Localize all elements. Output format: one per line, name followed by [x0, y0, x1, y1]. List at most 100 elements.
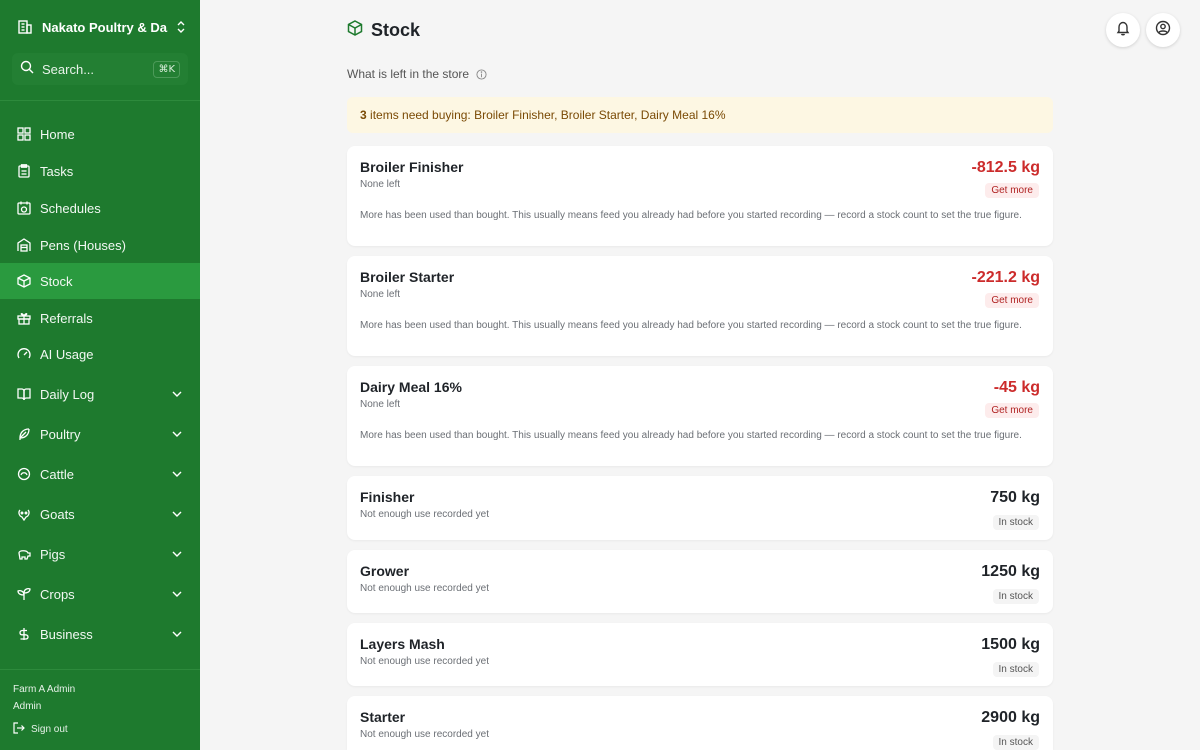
sign-out-button[interactable]: Sign out — [13, 722, 68, 737]
stock-card[interactable]: Finisher Not enough use recorded yet 750… — [347, 476, 1053, 540]
calendar-clock-icon — [16, 200, 32, 216]
chevron-down-icon — [170, 627, 184, 641]
sprout-icon — [16, 586, 32, 602]
page-subtitle: What is left in the store — [347, 67, 487, 81]
stock-quantity: 2900 kg — [981, 709, 1040, 726]
user-name: Farm A Admin — [13, 684, 76, 695]
search-button[interactable]: Search... ⌘K — [12, 53, 188, 85]
sidebar-item-label: Cattle — [40, 466, 74, 482]
sidebar-item-business[interactable]: Business — [0, 616, 200, 652]
in-stock-badge: In stock — [992, 589, 1039, 604]
sidebar-item-label: Pigs — [40, 546, 66, 562]
search-label: Search... — [42, 61, 95, 77]
sidebar-item-daily-log[interactable]: Daily Log — [0, 376, 200, 412]
sidebar-item-label: Schedules — [40, 200, 101, 216]
chevron-up-down-icon — [174, 20, 188, 34]
clipboard-icon — [16, 163, 32, 179]
chevron-down-icon — [170, 427, 184, 441]
sidebar-item-home[interactable]: Home — [0, 116, 200, 152]
user-circle-icon — [1155, 20, 1171, 41]
stock-item-name: Finisher — [360, 489, 415, 505]
stock-card[interactable]: Broiler Finisher None left -812.5 kg Get… — [347, 146, 1053, 246]
sidebar-item-label: Referrals — [40, 310, 93, 326]
sidebar-item-label: Pens (Houses) — [40, 237, 126, 253]
grid-icon — [16, 126, 32, 142]
restock-alert: 3 items need buying: Broiler Finisher, B… — [347, 97, 1053, 133]
subtitle-text: What is left in the store — [347, 67, 470, 81]
milk-icon — [16, 466, 32, 482]
stock-note: More has been used than bought. This usu… — [360, 430, 1022, 441]
sidebar-item-pigs[interactable]: Pigs — [0, 536, 200, 572]
sidebar-item-label: AI Usage — [40, 346, 94, 362]
feather-icon — [16, 426, 32, 442]
user-role: Admin — [13, 701, 42, 712]
stock-item-name: Dairy Meal 16% — [360, 379, 462, 395]
sidebar-item-referrals[interactable]: Referrals — [0, 300, 200, 336]
stock-item-status: Not enough use recorded yet — [360, 583, 489, 594]
search-icon — [20, 60, 34, 79]
divider — [0, 669, 200, 670]
page-title: Stock — [371, 20, 421, 40]
stock-card[interactable]: Broiler Starter None left -221.2 kg Get … — [347, 256, 1053, 356]
sidebar-item-label: Tasks — [40, 163, 74, 179]
chevron-down-icon — [170, 587, 184, 601]
goat-icon — [16, 506, 32, 522]
stock-item-name: Layers Mash — [360, 636, 445, 652]
package-icon — [16, 273, 32, 289]
farm-switcher[interactable]: Nakato Poultry & Da... — [12, 12, 188, 42]
get-more-badge: Get more — [985, 403, 1039, 418]
stock-quantity: -221.2 kg — [971, 269, 1040, 286]
pig-icon — [16, 546, 32, 562]
sidebar-item-cattle[interactable]: Cattle — [0, 456, 200, 492]
in-stock-badge: In stock — [992, 662, 1039, 677]
stock-item-name: Starter — [360, 709, 406, 725]
stock-item-name: Broiler Starter — [360, 269, 455, 285]
stock-item-status: None left — [360, 399, 401, 410]
stock-note: More has been used than bought. This usu… — [360, 320, 1022, 331]
search-shortcut: ⌘K — [153, 60, 180, 78]
log-out-icon — [13, 722, 25, 737]
stock-card[interactable]: Starter Not enough use recorded yet 2900… — [347, 696, 1053, 750]
sidebar-item-label: Crops — [40, 586, 75, 602]
sidebar-item-schedules[interactable]: Schedules — [0, 190, 200, 226]
alert-count: 3 — [360, 108, 367, 122]
stock-quantity: -45 kg — [993, 379, 1040, 396]
account-button[interactable] — [1146, 13, 1180, 47]
book-open-icon — [16, 386, 32, 402]
info-icon[interactable] — [475, 68, 487, 80]
farm-name: Nakato Poultry & Da... — [42, 19, 168, 35]
sidebar-item-ai-usage[interactable]: AI Usage — [0, 336, 200, 372]
stock-item-status: Not enough use recorded yet — [360, 656, 489, 667]
stock-quantity: 750 kg — [990, 489, 1040, 506]
get-more-badge: Get more — [985, 293, 1039, 308]
stock-card[interactable]: Dairy Meal 16% None left -45 kg Get more… — [347, 366, 1053, 466]
stock-card[interactable]: Layers Mash Not enough use recorded yet … — [347, 623, 1053, 686]
sidebar-item-tasks[interactable]: Tasks — [0, 153, 200, 189]
sidebar-item-label: Home — [40, 126, 75, 142]
package-icon — [347, 20, 363, 41]
sidebar-item-label: Daily Log — [40, 386, 95, 402]
stock-note: More has been used than bought. This usu… — [360, 210, 1022, 221]
in-stock-badge: In stock — [992, 515, 1039, 530]
sidebar-item-crops[interactable]: Crops — [0, 576, 200, 612]
stock-card[interactable]: Grower Not enough use recorded yet 1250 … — [347, 550, 1053, 613]
stock-quantity: 1500 kg — [981, 636, 1040, 653]
stock-quantity: -812.5 kg — [971, 159, 1040, 176]
in-stock-badge: In stock — [992, 735, 1039, 750]
chevron-down-icon — [170, 507, 184, 521]
sidebar-item-pens[interactable]: Pens (Houses) — [0, 227, 200, 263]
stock-item-status: None left — [360, 289, 401, 300]
gauge-icon — [16, 346, 32, 362]
notifications-button[interactable] — [1106, 13, 1140, 47]
sidebar-item-poultry[interactable]: Poultry — [0, 416, 200, 452]
sidebar-item-stock[interactable]: Stock — [0, 263, 200, 299]
chevron-down-icon — [170, 467, 184, 481]
stock-item-status: Not enough use recorded yet — [360, 509, 489, 520]
sidebar-item-label: Goats — [40, 506, 75, 522]
sidebar-item-label: Poultry — [40, 426, 81, 442]
stock-item-name: Grower — [360, 563, 410, 579]
stock-item-name: Broiler Finisher — [360, 159, 464, 175]
sidebar-item-goats[interactable]: Goats — [0, 496, 200, 532]
chevron-down-icon — [170, 547, 184, 561]
dollar-icon — [16, 626, 32, 642]
